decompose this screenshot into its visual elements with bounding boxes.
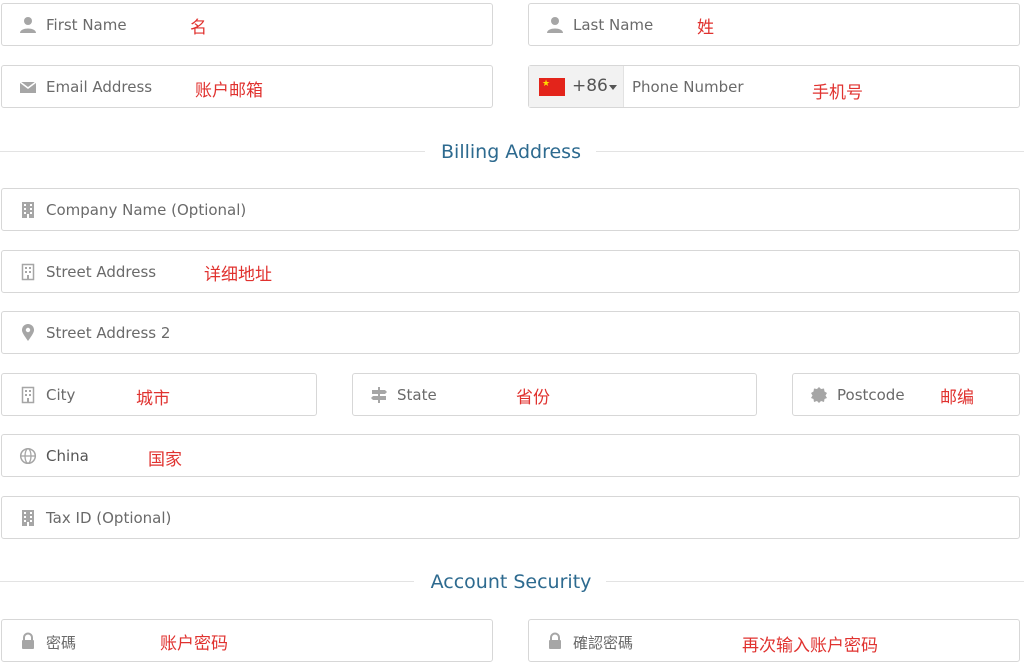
first-name-placeholder: First Name — [46, 16, 127, 34]
email-note: 账户邮箱 — [195, 81, 263, 101]
street-address-field[interactable]: Street Address — [1, 250, 1020, 293]
caret-down-icon — [609, 85, 617, 90]
country-note: 国家 — [148, 450, 182, 470]
china-flag-icon: ★ — [539, 78, 565, 96]
certificate-icon — [810, 386, 828, 404]
billing-section-title: Billing Address — [441, 141, 581, 163]
street-address-2-placeholder: Street Address 2 — [46, 324, 171, 342]
phone-placeholder: Phone Number — [632, 78, 744, 96]
building-outline-icon — [19, 386, 37, 404]
postcode-placeholder: Postcode — [837, 386, 905, 404]
phone-field[interactable]: ★ +86 Phone Number — [528, 65, 1020, 108]
divider — [606, 581, 1024, 582]
phone-note: 手机号 — [812, 83, 863, 103]
state-placeholder: State — [397, 386, 437, 404]
building-icon — [19, 201, 37, 219]
street-address-note: 详细地址 — [204, 265, 272, 285]
security-section-title: Account Security — [430, 571, 592, 593]
street-address-placeholder: Street Address — [46, 263, 157, 281]
divider — [0, 581, 414, 582]
envelope-icon — [19, 78, 37, 96]
map-marker-icon — [19, 324, 37, 342]
tax-id-field[interactable]: Tax ID (Optional) — [1, 496, 1020, 539]
user-icon — [19, 16, 37, 34]
tax-id-placeholder: Tax ID (Optional) — [46, 509, 172, 527]
city-placeholder: City — [46, 386, 76, 404]
dial-code: +86 — [572, 76, 608, 96]
password-note: 账户密码 — [160, 634, 228, 654]
state-field[interactable]: State — [352, 373, 757, 416]
state-note: 省份 — [516, 388, 550, 408]
last-name-note: 姓 — [697, 18, 714, 38]
user-icon — [546, 16, 564, 34]
street-address-2-field[interactable]: Street Address 2 — [1, 311, 1020, 354]
company-placeholder: Company Name (Optional) — [46, 201, 247, 219]
country-value: China — [46, 447, 89, 465]
divider — [596, 151, 1024, 152]
building-icon — [19, 509, 37, 527]
first-name-note: 名 — [190, 18, 207, 38]
first-name-field[interactable]: First Name — [1, 3, 493, 46]
email-placeholder: Email Address — [46, 78, 153, 96]
billing-section-heading: Billing Address — [0, 141, 1024, 163]
country-code-selector[interactable]: ★ +86 — [529, 66, 624, 107]
city-note: 城市 — [136, 389, 170, 409]
last-name-placeholder: Last Name — [573, 16, 654, 34]
password-placeholder: 密碼 — [46, 634, 77, 652]
globe-icon — [19, 447, 37, 465]
lock-icon — [546, 632, 564, 650]
divider — [0, 151, 425, 152]
postcode-field[interactable]: Postcode — [792, 373, 1020, 416]
building-outline-icon — [19, 263, 37, 281]
last-name-field[interactable]: Last Name — [528, 3, 1020, 46]
password-field[interactable]: 密碼 — [1, 619, 493, 662]
confirm-password-note: 再次输入账户密码 — [742, 636, 878, 656]
signpost-icon — [370, 386, 388, 404]
confirm-password-placeholder: 確認密碼 — [573, 634, 634, 652]
lock-icon — [19, 632, 37, 650]
company-field[interactable]: Company Name (Optional) — [1, 188, 1020, 231]
security-section-heading: Account Security — [0, 571, 1024, 593]
postcode-note: 邮编 — [940, 388, 974, 408]
